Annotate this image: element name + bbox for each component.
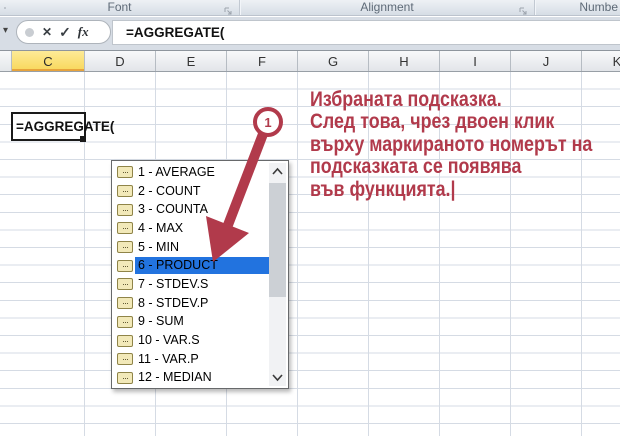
callout-circle: 1 — [253, 107, 283, 137]
annotation-text: Избраната подсказка. След това, чрез двое… — [310, 88, 593, 201]
autocomplete-item[interactable]: ··· 6 - PRODUCT — [114, 256, 269, 275]
enum-icon: ··· — [117, 297, 133, 310]
annotation-line: След това, чрез двоен клик — [310, 110, 555, 134]
annotation-line: подсказката се появява — [310, 155, 522, 179]
ribbon-group-font: Font — [0, 0, 240, 15]
scroll-up-icon[interactable] — [269, 164, 286, 180]
column-header[interactable]: G — [298, 51, 369, 71]
autocomplete-item[interactable]: ··· 8 - STDEV.P — [114, 294, 269, 313]
enum-icon: ··· — [117, 315, 133, 328]
enum-icon: ··· — [117, 241, 133, 254]
fill-handle[interactable] — [80, 136, 86, 142]
column-header[interactable]: I — [440, 51, 511, 71]
item-label: 3 - COUNTA — [138, 202, 208, 217]
column-header[interactable]: E — [156, 51, 227, 71]
item-label: 5 - MIN — [138, 239, 179, 254]
scrollbar-thumb[interactable] — [269, 183, 286, 297]
ribbon-group-strip: Font Alignment Numbe — [0, 0, 620, 16]
cancel-icon[interactable]: ✕ — [42, 25, 52, 39]
formula-bar: ▾ ✕ ✓ fx =AGGREGATE( — [0, 17, 620, 50]
autocomplete-item[interactable]: ··· 1 - AVERAGE — [114, 163, 269, 182]
item-label: 6 - PRODUCT — [135, 257, 269, 275]
scroll-down-icon[interactable] — [269, 369, 286, 385]
autocomplete-item[interactable]: ··· 5 - MIN — [114, 238, 269, 257]
autocomplete-item[interactable]: ··· 10 - VAR.S — [114, 331, 269, 350]
dialog-launcher-icon[interactable] — [518, 3, 528, 15]
function-autocomplete-list: ··· 1 - AVERAGE ··· 2 - COUNT ··· 3 - CO… — [111, 160, 289, 389]
autocomplete-item[interactable]: ··· 7 - STDEV.S — [114, 275, 269, 294]
autocomplete-item[interactable]: ··· 3 - COUNTA — [114, 200, 269, 219]
column-header[interactable]: F — [227, 51, 298, 71]
autocomplete-items: ··· 1 - AVERAGE ··· 2 - COUNT ··· 3 - CO… — [114, 163, 269, 387]
formula-bar-buttons: ✕ ✓ fx — [16, 20, 111, 44]
column-header-b-sliver[interactable] — [0, 51, 12, 71]
insert-function-icon[interactable]: fx — [78, 24, 89, 40]
column-header[interactable]: D — [85, 51, 156, 71]
column-header[interactable]: H — [369, 51, 440, 71]
item-label: 2 - COUNT — [138, 183, 201, 198]
autocomplete-item[interactable]: ··· 2 - COUNT — [114, 182, 269, 201]
ribbon-group-alignment: Alignment — [240, 0, 535, 15]
item-label: 4 - MAX — [138, 220, 184, 235]
autocomplete-item[interactable]: ··· 4 - MAX — [114, 219, 269, 238]
callout-number: 1 — [264, 114, 272, 130]
excel-window: Font Alignment Numbe ▾ ✕ ✓ fx =AGGREGATE… — [0, 0, 620, 436]
item-label: 12 - MEDIAN — [138, 370, 212, 385]
enter-icon[interactable]: ✓ — [59, 24, 71, 41]
dialog-launcher-icon[interactable] — [223, 3, 233, 15]
scrollbar[interactable] — [269, 163, 286, 386]
item-label: 1 - AVERAGE — [138, 164, 215, 179]
formula-input[interactable]: =AGGREGATE( — [112, 20, 620, 45]
ribbon-group-alignment-label: Alignment — [360, 0, 414, 14]
item-label: 10 - VAR.S — [138, 333, 200, 348]
item-label: 8 - STDEV.P — [138, 295, 209, 310]
enum-icon: ··· — [117, 185, 133, 198]
formula-bar-dot-icon — [25, 27, 34, 37]
autocomplete-item[interactable]: ··· 11 - VAR.P — [114, 350, 269, 369]
column-header[interactable]: J — [511, 51, 582, 71]
ribbon-group-number: Numbe — [535, 0, 620, 15]
autocomplete-item[interactable]: ··· 12 - MEDIAN — [114, 369, 269, 388]
spreadsheet-grid[interactable]: =AGGREGATE( ··· 1 - AVERAGE ··· 2 - COUN… — [0, 72, 620, 436]
column-header[interactable]: C — [12, 51, 85, 71]
enum-icon: ··· — [117, 334, 133, 347]
active-cell-formula: =AGGREGATE( — [16, 119, 115, 134]
active-cell[interactable]: =AGGREGATE( — [11, 112, 114, 142]
enum-icon: ··· — [117, 371, 133, 384]
column-headers-cells: CDEFGHIJK — [12, 51, 620, 71]
column-headers: CDEFGHIJK — [0, 50, 620, 72]
namebox-dropdown-arrow[interactable]: ▾ — [3, 25, 8, 37]
annotation-line: Избраната подсказка. — [310, 88, 502, 111]
enum-icon: ··· — [117, 278, 133, 291]
enum-icon: ··· — [117, 259, 133, 272]
enum-icon: ··· — [117, 203, 133, 216]
ribbon-group-font-label: Font — [107, 0, 132, 14]
item-label: 9 - SUM — [138, 314, 184, 329]
enum-icon: ··· — [117, 353, 133, 366]
enum-icon: ··· — [117, 166, 133, 179]
ribbon-group-number-label: Numbe — [579, 0, 618, 14]
annotation-line: върху маркираното номерът на — [310, 132, 593, 156]
item-label: 7 - STDEV.S — [138, 276, 209, 291]
annotation-line: във функцията.| — [310, 177, 456, 201]
column-header[interactable]: K — [582, 51, 620, 71]
enum-icon: ··· — [117, 222, 133, 235]
autocomplete-item[interactable]: ··· 9 - SUM — [114, 313, 269, 332]
item-label: 11 - VAR.P — [138, 351, 199, 366]
